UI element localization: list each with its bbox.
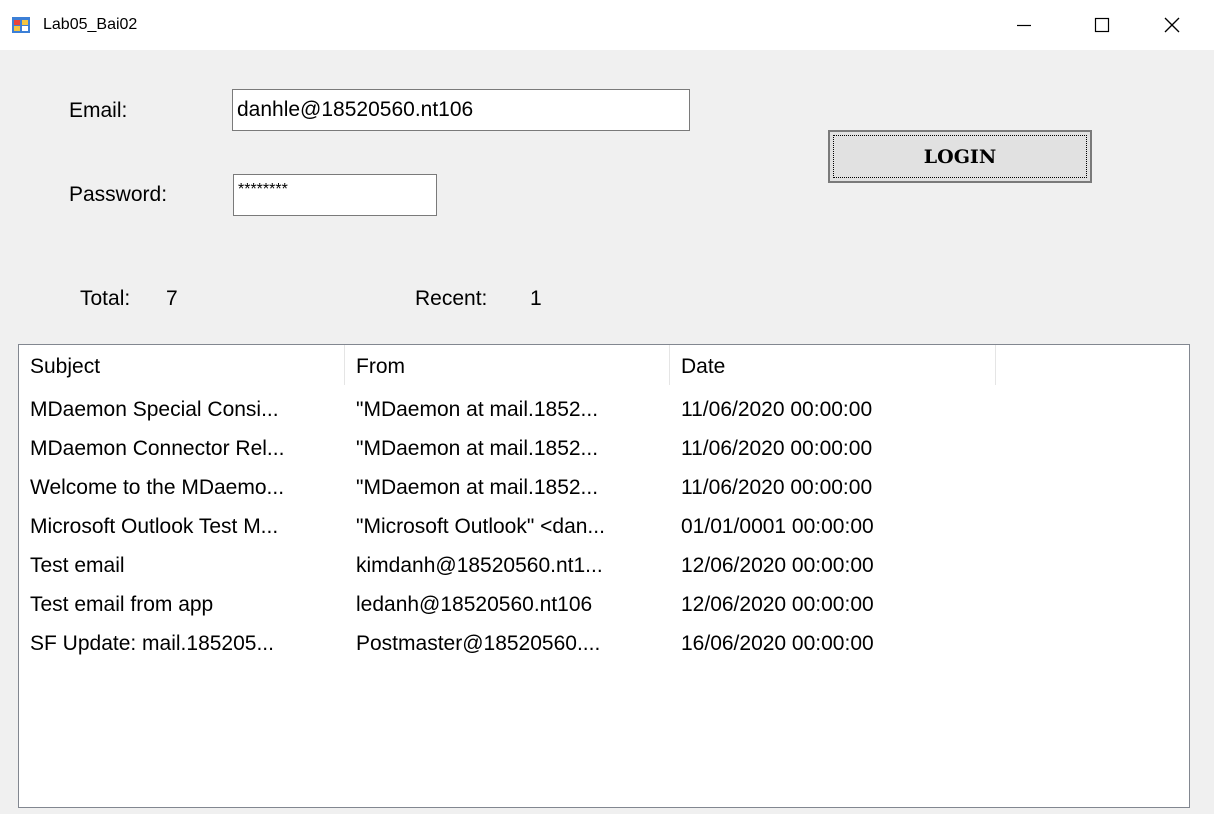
column-header-subject[interactable]: Subject: [19, 345, 345, 385]
date-cell: 01/01/0001 00:00:00: [681, 515, 874, 538]
login-button[interactable]: LOGIN: [828, 130, 1092, 183]
recent-label: Recent:: [415, 287, 488, 310]
date-cell: 11/06/2020 00:00:00: [681, 437, 873, 460]
subject-cell: Test email from app: [30, 593, 214, 616]
login-button-label: LOGIN: [833, 135, 1087, 178]
subject-cell: SF Update: mail.185205...: [30, 632, 274, 655]
maximize-button[interactable]: [1072, 0, 1132, 50]
total-count: 7: [166, 287, 178, 310]
list-item[interactable]: Test email from app ledanh@18520560.nt10…: [19, 585, 1189, 624]
date-cell: 12/06/2020 00:00:00: [681, 593, 874, 616]
list-item[interactable]: MDaemon Connector Rel... "MDaemon at mai…: [19, 429, 1189, 468]
column-header-from[interactable]: From: [345, 345, 670, 385]
column-header-date[interactable]: Date: [670, 345, 996, 385]
email-list-view[interactable]: Subject From Date MDaemon Special Consi.…: [18, 344, 1190, 808]
from-cell: "MDaemon at mail.1852...: [356, 437, 599, 460]
list-header: Subject From Date: [19, 345, 1189, 385]
list-item[interactable]: Test email kimdanh@18520560.nt1... 12/06…: [19, 546, 1189, 585]
minimize-button[interactable]: [994, 0, 1054, 50]
date-cell: 16/06/2020 00:00:00: [681, 632, 874, 655]
from-cell: "MDaemon at mail.1852...: [356, 398, 599, 421]
from-cell: kimdanh@18520560.nt1...: [356, 554, 603, 577]
password-label: Password:: [69, 183, 168, 206]
subject-cell: Microsoft Outlook Test M...: [30, 515, 279, 538]
subject-cell: Test email: [30, 554, 125, 577]
title-bar: Lab05_Bai02: [0, 0, 1214, 50]
email-label: Email:: [69, 99, 128, 122]
from-cell: ledanh@18520560.nt106: [356, 593, 593, 616]
list-item[interactable]: Microsoft Outlook Test M... "Microsoft O…: [19, 507, 1189, 546]
date-cell: 11/06/2020 00:00:00: [681, 476, 873, 499]
email-field[interactable]: [232, 89, 690, 131]
window-title: Lab05_Bai02: [43, 16, 138, 33]
subject-cell: MDaemon Connector Rel...: [30, 437, 285, 460]
date-cell: 11/06/2020 00:00:00: [681, 398, 873, 421]
list-rows: MDaemon Special Consi... "MDaemon at mai…: [19, 390, 1189, 663]
minimize-icon: [1017, 24, 1031, 27]
app-window-icon: [12, 17, 30, 33]
recent-count: 1: [530, 287, 542, 310]
list-item[interactable]: SF Update: mail.185205... Postmaster@185…: [19, 624, 1189, 663]
close-button[interactable]: [1142, 0, 1202, 50]
maximize-icon: [1094, 17, 1110, 33]
date-cell: 12/06/2020 00:00:00: [681, 554, 874, 577]
total-label: Total:: [80, 287, 131, 310]
password-field[interactable]: [233, 174, 437, 216]
list-item[interactable]: Welcome to the MDaemo... "MDaemon at mai…: [19, 468, 1189, 507]
close-icon: [1164, 17, 1180, 33]
subject-cell: MDaemon Special Consi...: [30, 398, 279, 421]
from-cell: "MDaemon at mail.1852...: [356, 476, 599, 499]
list-item[interactable]: MDaemon Special Consi... "MDaemon at mai…: [19, 390, 1189, 429]
from-cell: "Microsoft Outlook" <dan...: [356, 515, 605, 538]
from-cell: Postmaster@18520560....: [356, 632, 601, 655]
subject-cell: Welcome to the MDaemo...: [30, 476, 285, 499]
